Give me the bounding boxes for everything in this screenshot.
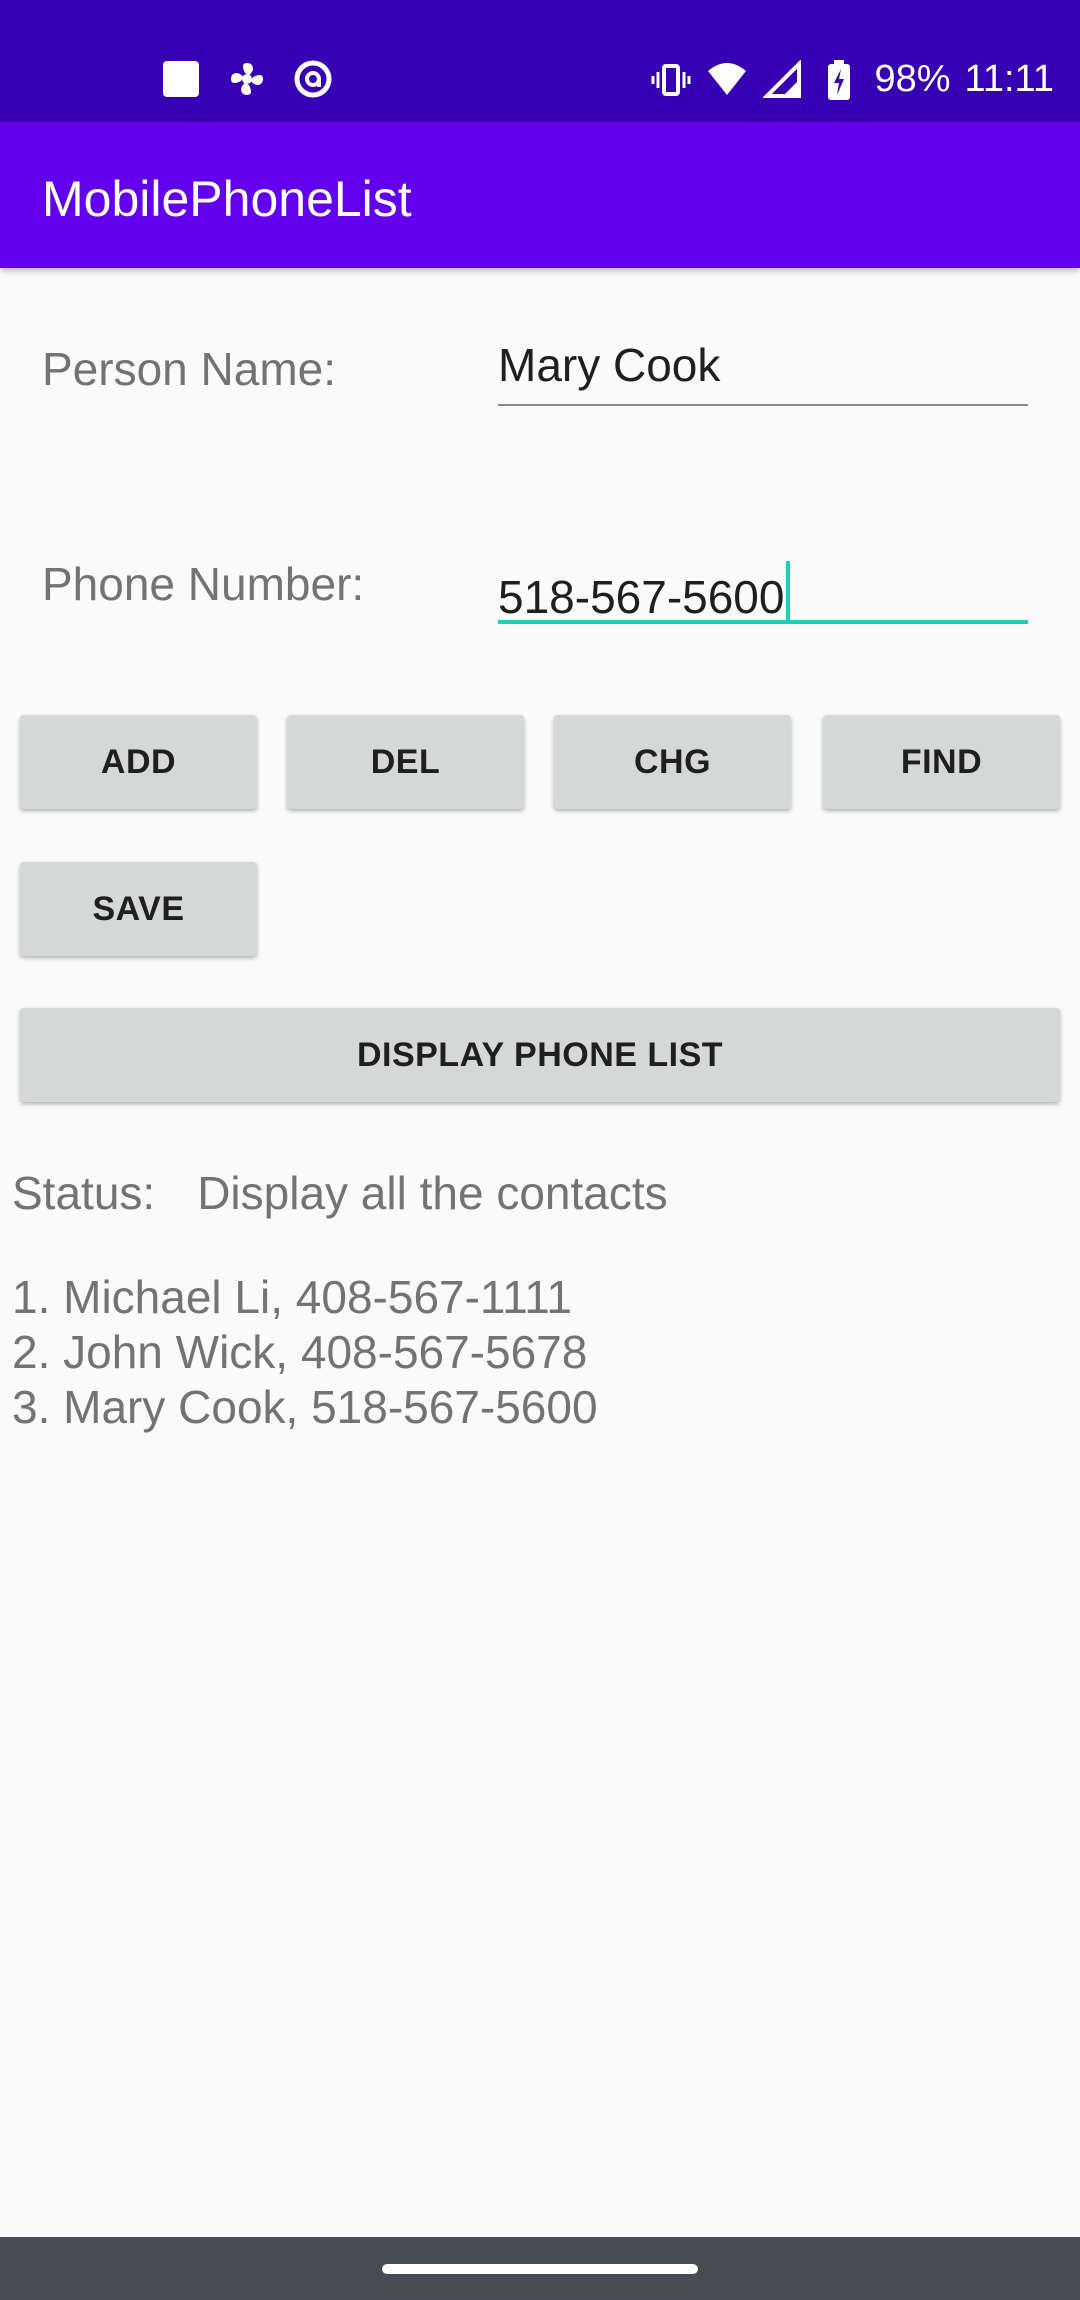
- person-name-input[interactable]: Mary Cook: [498, 338, 1028, 406]
- text-cursor: [786, 561, 791, 621]
- at-sync-icon: [292, 58, 334, 100]
- chg-button[interactable]: CHG: [554, 715, 791, 809]
- battery-charging-icon: [818, 59, 860, 101]
- list-item: 1. Michael Li, 408-567-1111: [12, 1271, 573, 1323]
- person-name-underline: [498, 404, 1028, 406]
- square-notification-icon: [160, 58, 202, 100]
- wifi-icon: [706, 59, 748, 101]
- status-label: Status:: [12, 1167, 156, 1219]
- phone-number-label: Phone Number:: [42, 558, 365, 610]
- display-phone-list-button[interactable]: DISPLAY PHONE LIST: [20, 1008, 1060, 1102]
- home-gesture-handle[interactable]: [382, 2264, 698, 2274]
- clock: 11:11: [964, 58, 1054, 100]
- status-line: Status: Display all the contacts: [12, 1166, 668, 1220]
- list-item: 2. John Wick, 408-567-5678: [12, 1326, 588, 1378]
- cell-signal-icon: [762, 59, 804, 101]
- navigation-bar: [0, 2237, 1080, 2300]
- phone-number-value: 518-567-5600: [498, 571, 785, 623]
- find-button[interactable]: FIND: [823, 715, 1060, 809]
- person-name-label: Person Name:: [42, 343, 337, 395]
- notification-icons: [160, 58, 334, 100]
- contacts-list: 1. Michael Li, 408-567-1111 2. John Wick…: [12, 1270, 598, 1435]
- app-title: MobilePhoneList: [42, 171, 412, 227]
- status-bar: 98% 11:11: [0, 0, 1080, 122]
- system-icons: 98% 11:11: [650, 58, 1054, 101]
- phone-number-underline: [498, 620, 1028, 624]
- status-message: Display all the contacts: [197, 1167, 668, 1219]
- list-item: 3. Mary Cook, 518-567-5600: [12, 1381, 598, 1433]
- del-button[interactable]: DEL: [287, 715, 524, 809]
- save-button[interactable]: SAVE: [20, 862, 257, 956]
- app-bar: MobilePhoneList: [0, 122, 1080, 268]
- fan-notification-icon: [226, 58, 268, 100]
- battery-percent: 98%: [874, 58, 951, 100]
- phone-number-input[interactable]: 518-567-5600: [498, 553, 1028, 623]
- vibrate-icon: [650, 59, 692, 101]
- add-button[interactable]: ADD: [20, 715, 257, 809]
